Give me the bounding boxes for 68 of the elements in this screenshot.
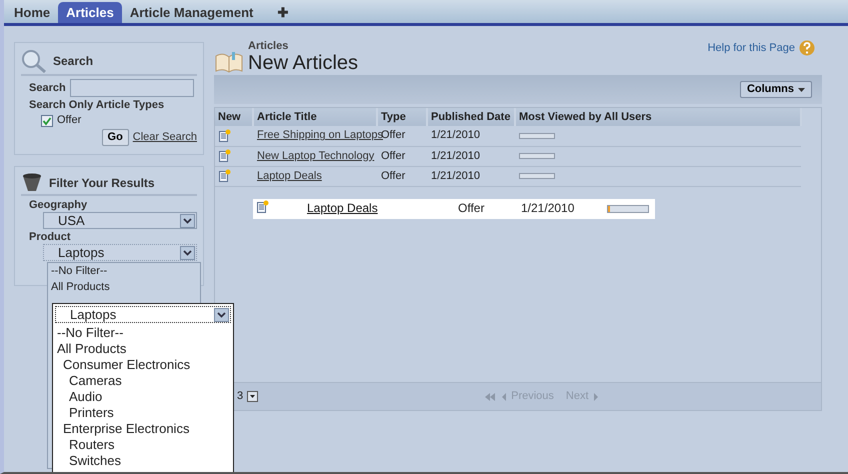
column-header[interactable]: Type	[377, 108, 427, 126]
caret-icon	[798, 88, 805, 92]
dropdown-option[interactable]: Cameras	[57, 373, 233, 389]
chevron-down-icon	[214, 308, 229, 322]
field-label: Search	[29, 82, 66, 94]
search-field[interactable]	[70, 79, 194, 97]
geography-select[interactable]: USA	[43, 212, 197, 229]
table-cell: Offer	[377, 146, 427, 166]
column-header[interactable]: Published Date	[427, 108, 515, 126]
dropdown-option[interactable]: Enterprise Electronics	[57, 421, 233, 437]
column-header[interactable]: Most Viewed by All Users	[515, 108, 801, 126]
select-value: USA	[57, 214, 86, 227]
column-header[interactable]: New	[215, 108, 253, 126]
clear-search-link[interactable]: Clear Search	[132, 131, 197, 144]
dropdown-option[interactable]: Printers	[57, 405, 233, 421]
panel-title: Search	[53, 54, 94, 68]
column-header[interactable]: Article Title	[253, 108, 377, 126]
new-document-icon	[219, 169, 231, 182]
help-link[interactable]: Help for this Page	[708, 42, 795, 54]
checkbox-label: Offer	[57, 114, 82, 127]
page-size-value: 3	[237, 390, 244, 403]
first-page-icon	[483, 392, 498, 402]
dropdown-option[interactable]: Routers	[57, 437, 233, 453]
dropdown-option[interactable]: --No Filter--	[57, 325, 233, 341]
table-cell-text: Offer	[458, 202, 486, 215]
previous-icon	[501, 392, 508, 402]
field-label: Geography	[28, 199, 88, 212]
dropdown-option[interactable]: All Products	[51, 279, 200, 295]
panel-title: Filter Your Results	[49, 176, 155, 190]
dropdown-option[interactable]: Switches	[57, 453, 233, 469]
chevron-down-icon	[180, 214, 195, 228]
product-select[interactable]: Laptops	[43, 244, 197, 261]
field-label: Search Only Article Types	[28, 99, 166, 112]
search-icon	[21, 49, 47, 73]
new-document-icon	[257, 200, 269, 213]
dropdown-option[interactable]: All Products	[57, 341, 233, 357]
funnel-icon	[21, 173, 43, 193]
field-label: Product	[28, 231, 72, 244]
table-cell: 1/21/2010	[427, 126, 515, 146]
help-icon	[799, 40, 815, 56]
product-select[interactable]: Laptops	[55, 306, 231, 323]
next-icon	[592, 392, 599, 402]
table-cell-text: 1/21/2010	[521, 202, 576, 215]
breadcrumb-text: Articles	[248, 40, 290, 53]
product-dropdown[interactable]: Laptops --No Filter-- All Products Consumer Electronics Cameras Audio Printers Enterprise Electronics Routers Switches	[52, 303, 234, 472]
dropdown-option[interactable]: Audio	[57, 389, 233, 405]
table-cell: 1/21/2010	[427, 166, 515, 186]
page-title: New Articles	[248, 53, 358, 73]
article-link[interactable]: Free Shipping on Laptops	[257, 129, 383, 142]
open-book-icon	[214, 51, 244, 73]
nav-tab[interactable]: Articles	[58, 2, 122, 23]
new-document-icon	[219, 129, 231, 142]
columns-button[interactable]: Columns	[740, 81, 812, 98]
article-link[interactable]: New Laptop Technology	[257, 150, 374, 162]
go-button[interactable]: Go	[102, 129, 129, 146]
dropdown-option[interactable]: Consumer Electronics	[57, 357, 233, 373]
nav-tab[interactable]: Article Management	[122, 2, 262, 23]
article-link[interactable]: Laptop Deals	[257, 170, 322, 182]
select-value: Laptops	[57, 246, 106, 259]
select-value: Laptops	[69, 308, 118, 321]
nav-tab[interactable]: ✚	[269, 2, 296, 23]
article-link[interactable]: Laptop Deals	[307, 202, 458, 215]
chevron-down-icon	[180, 246, 195, 260]
new-document-icon	[219, 149, 231, 162]
table-cell: 1/21/2010	[427, 146, 515, 166]
dropdown-option[interactable]: --No Filter--	[51, 263, 200, 279]
nav-tab[interactable]: Home	[6, 2, 58, 23]
table-cell: Offer	[377, 166, 427, 186]
